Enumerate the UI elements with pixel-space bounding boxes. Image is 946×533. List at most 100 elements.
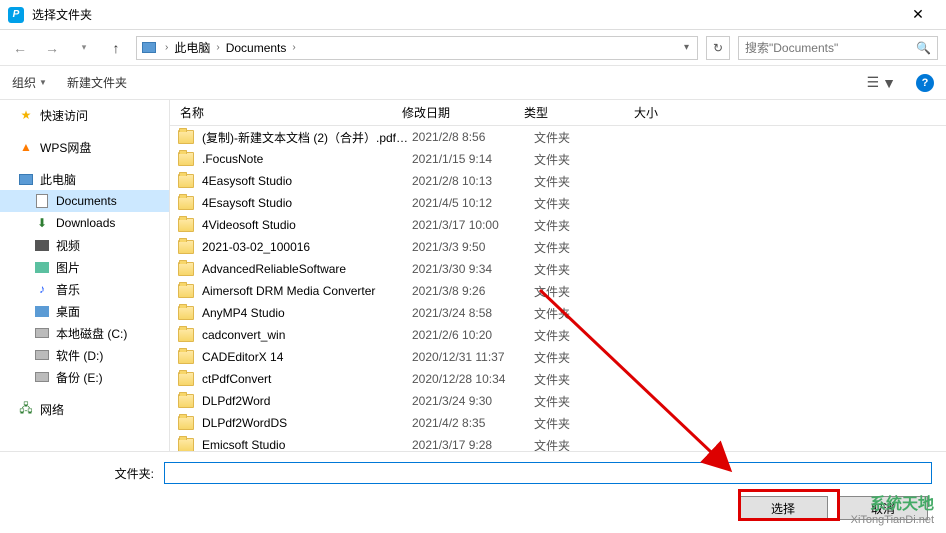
sidebar-disk-c[interactable]: 本地磁盘 (C:) [0, 322, 169, 344]
folder-icon [178, 130, 194, 144]
file-type: 文件夹 [534, 393, 644, 410]
view-icon: ☰ [867, 74, 880, 91]
file-type: 文件夹 [534, 327, 644, 344]
sidebar-disk-d[interactable]: 软件 (D:) [0, 344, 169, 366]
new-folder-label: 新建文件夹 [67, 74, 127, 91]
col-name[interactable]: 名称 [178, 104, 402, 121]
search-icon[interactable]: 🔍 [916, 41, 931, 55]
file-list[interactable]: (复制)-新建文本文档 (2)（合并）.pdf-2...2021/2/8 8:5… [170, 126, 946, 451]
file-row[interactable]: Emicsoft Studio2021/3/17 9:28文件夹 [170, 434, 946, 451]
sidebar-documents[interactable]: Documents [0, 190, 169, 212]
chevron-right-icon: › [161, 42, 172, 53]
file-row[interactable]: 4Videosoft Studio2021/3/17 10:00文件夹 [170, 214, 946, 236]
file-row[interactable]: ctPdfConvert2020/12/28 10:34文件夹 [170, 368, 946, 390]
file-name: 4Videosoft Studio [202, 218, 412, 232]
disk-icon [34, 347, 50, 363]
file-row[interactable]: 4Easysoft Studio2021/2/8 10:13文件夹 [170, 170, 946, 192]
sidebar-network[interactable]: 🖧 网络 [0, 398, 169, 420]
folder-icon [178, 152, 194, 166]
file-name: 4Esaysoft Studio [202, 196, 412, 210]
sidebar-disk-e[interactable]: 备份 (E:) [0, 366, 169, 388]
file-date: 2021/3/30 9:34 [412, 262, 534, 276]
footer: 文件夹: 选择 取消 [0, 451, 946, 530]
download-icon: ⬇ [34, 215, 50, 231]
up-button[interactable]: ↑ [104, 36, 128, 60]
col-date[interactable]: 修改日期 [402, 104, 524, 121]
chevron-down-icon: ▼ [882, 75, 896, 91]
file-date: 2021/1/15 9:14 [412, 152, 534, 166]
file-type: 文件夹 [534, 371, 644, 388]
sidebar-desktop[interactable]: 桌面 [0, 300, 169, 322]
sidebar-videos[interactable]: 视频 [0, 234, 169, 256]
back-button[interactable]: ← [8, 36, 32, 60]
file-type: 文件夹 [534, 195, 644, 212]
file-row[interactable]: AdvancedReliableSoftware2021/3/30 9:34文件… [170, 258, 946, 280]
music-icon: ♪ [34, 281, 50, 297]
watermark: 系统天地 XiTongTianDi.net [851, 495, 934, 527]
sidebar-label: WPS网盘 [40, 139, 91, 156]
address-bar[interactable]: › 此电脑 › Documents › ▾ [136, 36, 698, 60]
search-box[interactable]: 🔍 [738, 36, 938, 60]
file-name: 2021-03-02_100016 [202, 240, 412, 254]
file-row[interactable]: cadconvert_win2021/2/6 10:20文件夹 [170, 324, 946, 346]
organize-menu[interactable]: 组织 ▼ [12, 74, 47, 91]
address-dropdown[interactable]: ▾ [680, 42, 693, 53]
breadcrumb-root[interactable]: 此电脑 [172, 39, 212, 56]
new-folder-button[interactable]: 新建文件夹 [67, 74, 127, 91]
search-input[interactable] [745, 41, 916, 55]
file-row[interactable]: DLPdf2Word2021/3/24 9:30文件夹 [170, 390, 946, 412]
refresh-button[interactable]: ↻ [706, 36, 730, 60]
app-icon: P [8, 7, 24, 23]
watermark-cn: 系统天地 [851, 495, 934, 514]
file-name: (复制)-新建文本文档 (2)（合并）.pdf-2... [202, 129, 412, 146]
file-date: 2021/3/17 9:28 [412, 438, 534, 451]
sidebar-quick-access[interactable]: ★ 快速访问 [0, 104, 169, 126]
main-panel: 名称 修改日期 类型 大小 (复制)-新建文本文档 (2)（合并）.pdf-2.… [170, 100, 946, 451]
sidebar-this-pc[interactable]: 此电脑 [0, 168, 169, 190]
file-date: 2021/3/24 8:58 [412, 306, 534, 320]
sidebar-label: 备份 (E:) [56, 369, 103, 386]
document-icon [34, 193, 50, 209]
cloud-icon: ▲ [18, 139, 34, 155]
sidebar-pictures[interactable]: 图片 [0, 256, 169, 278]
sidebar-music[interactable]: ♪ 音乐 [0, 278, 169, 300]
folder-icon [178, 218, 194, 232]
file-row[interactable]: Aimersoft DRM Media Converter2021/3/8 9:… [170, 280, 946, 302]
file-date: 2021/3/8 9:26 [412, 284, 534, 298]
pc-icon [141, 40, 157, 56]
col-type[interactable]: 类型 [524, 104, 634, 121]
close-button[interactable]: ✕ [898, 6, 938, 23]
sidebar-label: 软件 (D:) [56, 347, 103, 364]
file-row[interactable]: CADEditorX 142020/12/31 11:37文件夹 [170, 346, 946, 368]
file-name: AnyMP4 Studio [202, 306, 412, 320]
file-row[interactable]: DLPdf2WordDS2021/4/2 8:35文件夹 [170, 412, 946, 434]
file-row[interactable]: AnyMP4 Studio2021/3/24 8:58文件夹 [170, 302, 946, 324]
sidebar-label: 图片 [56, 259, 80, 276]
star-icon: ★ [18, 107, 34, 123]
select-button[interactable]: 选择 [738, 496, 828, 520]
sidebar-label: 网络 [40, 401, 64, 418]
file-name: .FocusNote [202, 152, 412, 166]
help-button[interactable]: ? [916, 74, 934, 92]
file-row[interactable]: (复制)-新建文本文档 (2)（合并）.pdf-2...2021/2/8 8:5… [170, 126, 946, 148]
toolbar: 组织 ▼ 新建文件夹 ☰ ▼ ? [0, 66, 946, 100]
sidebar-downloads[interactable]: ⬇ Downloads [0, 212, 169, 234]
file-row[interactable]: 4Esaysoft Studio2021/4/5 10:12文件夹 [170, 192, 946, 214]
recent-dropdown[interactable]: ▾ [72, 36, 96, 60]
forward-button[interactable]: → [40, 36, 64, 60]
view-options-button[interactable]: ☰ ▼ [867, 74, 896, 91]
sidebar-wps[interactable]: ▲ WPS网盘 [0, 136, 169, 158]
file-row[interactable]: .FocusNote2021/1/15 9:14文件夹 [170, 148, 946, 170]
file-name: AdvancedReliableSoftware [202, 262, 412, 276]
video-icon [34, 237, 50, 253]
folder-name-input[interactable] [164, 462, 932, 484]
file-date: 2020/12/31 11:37 [412, 350, 534, 364]
file-type: 文件夹 [534, 437, 644, 452]
breadcrumb-folder[interactable]: Documents [224, 41, 289, 55]
folder-icon [178, 328, 194, 342]
col-size[interactable]: 大小 [634, 104, 714, 121]
file-row[interactable]: 2021-03-02_1000162021/3/3 9:50文件夹 [170, 236, 946, 258]
body: ★ 快速访问 ▲ WPS网盘 此电脑 Documents ⬇ Downloads [0, 100, 946, 451]
disk-icon [34, 325, 50, 341]
folder-icon [178, 394, 194, 408]
